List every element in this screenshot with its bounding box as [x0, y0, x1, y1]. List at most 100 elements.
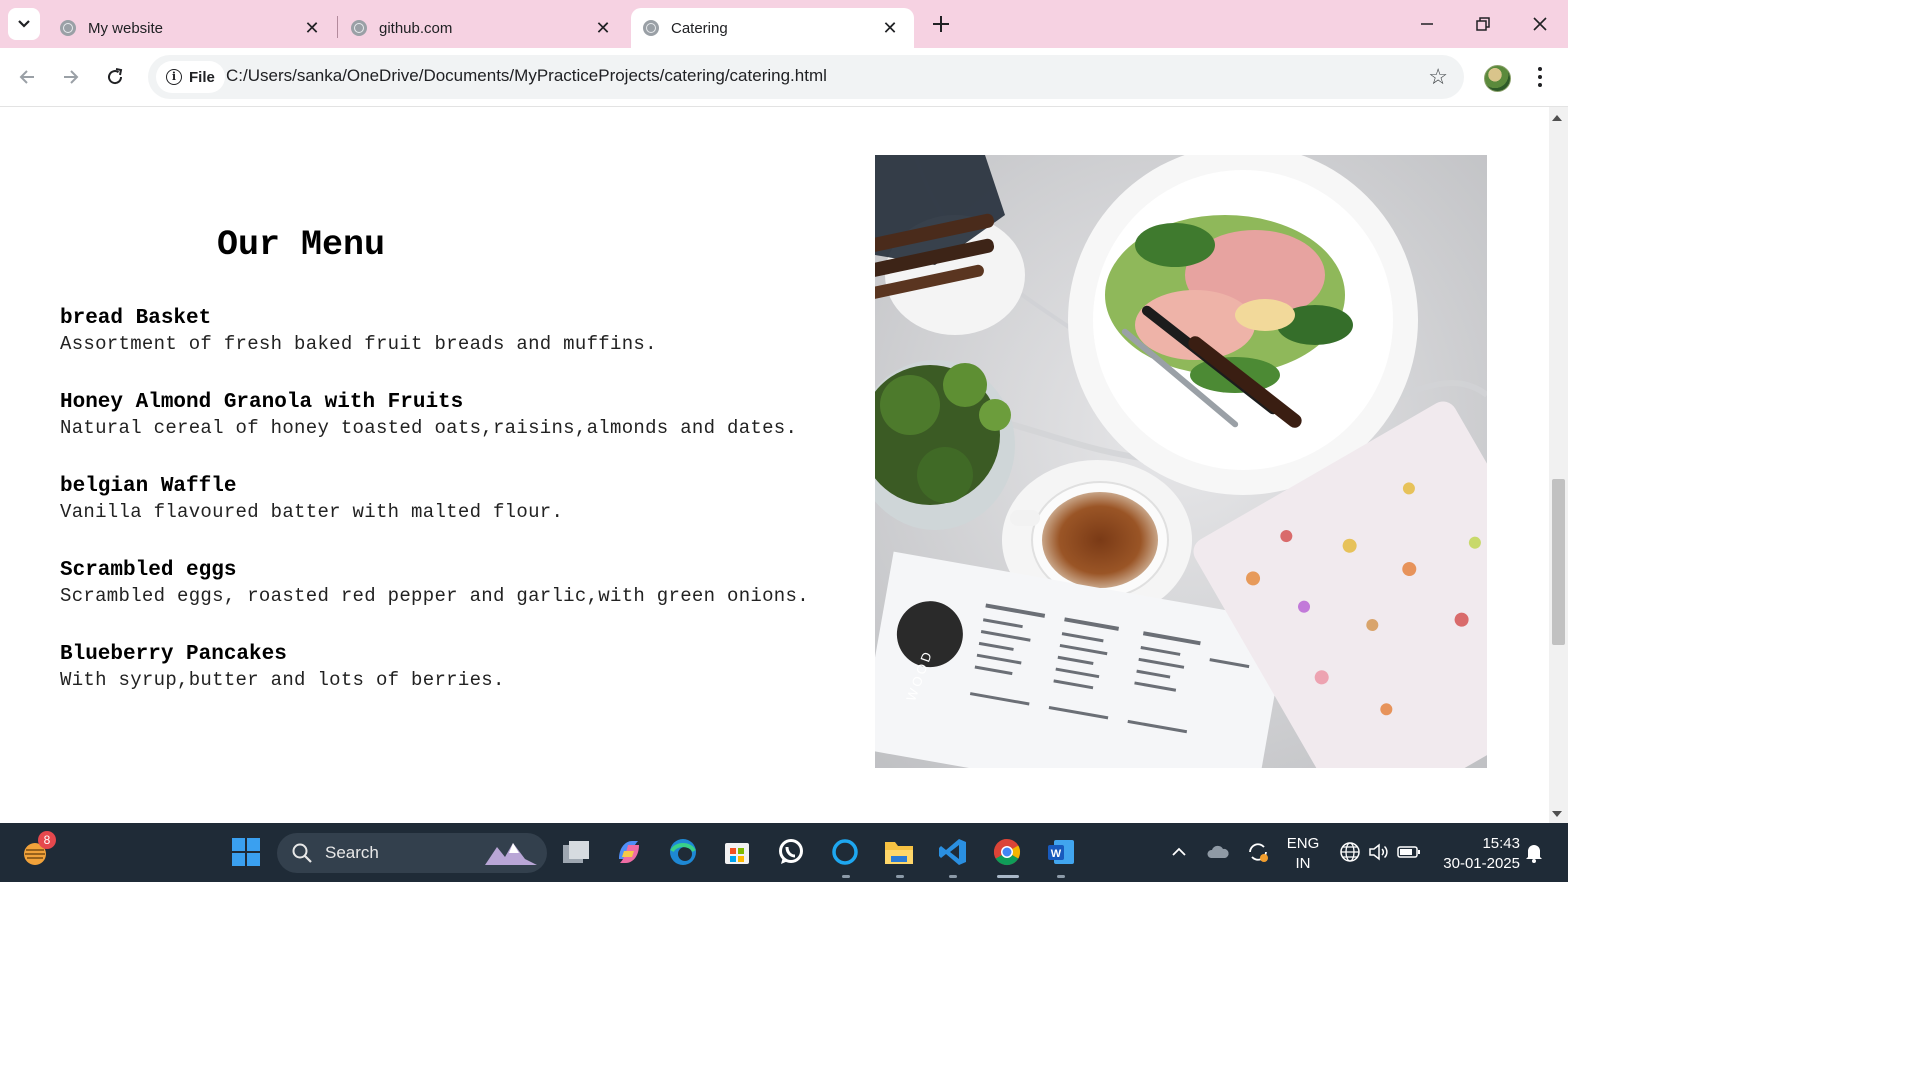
- cortana-icon: [832, 839, 858, 865]
- taskbar: 8 Search W ENG IN 15:43 30-01-2025: [0, 823, 1568, 882]
- scrollbar-thumb[interactable]: [1552, 479, 1565, 645]
- info-icon: i: [166, 69, 182, 85]
- menu-item-name: Scrambled eggs: [60, 559, 237, 582]
- vscode-icon: [939, 839, 966, 865]
- search-icon: [292, 843, 312, 863]
- tab-github[interactable]: github.com ✕: [339, 8, 627, 48]
- restore-icon: [1476, 17, 1490, 31]
- search-highlight-icon: [485, 843, 537, 865]
- restore-button[interactable]: [1468, 10, 1498, 38]
- taskbar-search[interactable]: Search: [277, 833, 547, 873]
- arrow-right-icon: [64, 70, 79, 84]
- forward-button[interactable]: [56, 62, 86, 92]
- globe-icon: [60, 20, 76, 36]
- reload-button[interactable]: [100, 62, 130, 92]
- menu-item: Scrambled eggs Scrambled eggs, roasted r…: [60, 557, 850, 641]
- running-indicator: [896, 875, 904, 878]
- battery-tray[interactable]: [1392, 835, 1426, 869]
- new-tab-button[interactable]: [928, 10, 954, 38]
- sync-tray[interactable]: [1241, 835, 1275, 869]
- vscode-button[interactable]: [936, 835, 970, 869]
- clock-date: 30-01-2025: [1443, 855, 1520, 872]
- back-button[interactable]: [12, 62, 42, 92]
- whatsapp-button[interactable]: [774, 835, 808, 869]
- menu-item-description: Natural cereal of honey toasted oats,rai…: [60, 417, 798, 439]
- tab-title: My website: [88, 19, 164, 37]
- globe-icon: [643, 20, 659, 36]
- task-view-icon: [563, 841, 589, 863]
- tab-catering[interactable]: Catering ✕: [631, 8, 914, 48]
- bookmark-star-icon[interactable]: ☆: [1428, 64, 1448, 90]
- menu-item-name: belgian Waffle: [60, 475, 237, 498]
- onedrive-tray[interactable]: [1201, 835, 1235, 869]
- language-code: ENG: [1286, 835, 1320, 852]
- scroll-down-arrow-icon[interactable]: [1552, 811, 1562, 817]
- profile-avatar[interactable]: [1484, 65, 1511, 92]
- plus-icon: [933, 16, 949, 32]
- tab-title: github.com: [379, 19, 453, 37]
- close-icon[interactable]: ✕: [880, 18, 900, 39]
- running-indicator: [842, 875, 850, 878]
- page-title: Our Menu: [216, 225, 386, 265]
- chevron-up-icon: [1172, 847, 1186, 856]
- site-info-chip[interactable]: i File: [156, 61, 225, 93]
- tab-search-button[interactable]: [8, 8, 40, 40]
- clock[interactable]: 15:43 30-01-2025: [1432, 834, 1520, 874]
- region-code: IN: [1295, 855, 1311, 872]
- word-button[interactable]: W: [1044, 835, 1078, 869]
- food-photo-illustration: [875, 155, 1487, 768]
- cloud-icon: [1207, 845, 1229, 858]
- scroll-up-arrow-icon[interactable]: [1552, 115, 1562, 121]
- bell-icon: [1526, 845, 1542, 863]
- chrome-icon: [993, 838, 1021, 866]
- edge-button[interactable]: [666, 835, 700, 869]
- menu-item-description: With syrup,butter and lots of berries.: [60, 669, 505, 691]
- browser-menu-button[interactable]: [1530, 64, 1550, 90]
- menu-card-logo-text: WOOD: [902, 647, 936, 703]
- menu-item: belgian Waffle Vanilla flavoured batter …: [60, 473, 850, 557]
- minimize-icon: [1421, 23, 1433, 25]
- globe-icon: [1340, 842, 1360, 862]
- url-text[interactable]: C:/Users/sanka/OneDrive/Documents/MyPrac…: [226, 66, 827, 86]
- close-window-button[interactable]: [1525, 10, 1555, 38]
- arrow-left-icon: [19, 70, 34, 84]
- sync-icon: [1249, 843, 1268, 862]
- close-icon[interactable]: ✕: [302, 18, 322, 39]
- menu-item-description: Vanilla flavoured batter with malted flo…: [60, 501, 564, 523]
- menu-item-name: bread Basket: [60, 307, 212, 330]
- start-button[interactable]: [229, 835, 263, 869]
- notifications-button[interactable]: [1517, 835, 1551, 869]
- weather-widget[interactable]: 8: [20, 831, 56, 869]
- menu-item-name: Blueberry Pancakes: [60, 643, 287, 666]
- minimize-button[interactable]: [1412, 10, 1442, 38]
- site-info-label: File: [189, 68, 215, 86]
- edge-icon: [670, 839, 696, 865]
- dot: [1538, 83, 1542, 87]
- store-button[interactable]: [720, 835, 754, 869]
- svg-text:W: W: [1051, 848, 1062, 860]
- menu-item-description: Scrambled eggs, roasted red pepper and g…: [60, 585, 809, 607]
- cortana-button[interactable]: [828, 835, 862, 869]
- language-indicator[interactable]: ENG IN: [1283, 834, 1323, 874]
- menu-item: bread Basket Assortment of fresh baked f…: [60, 305, 850, 389]
- battery-icon: [1397, 846, 1420, 858]
- task-view-button[interactable]: [559, 835, 593, 869]
- copilot-button[interactable]: [612, 835, 646, 869]
- volume-tray[interactable]: [1362, 835, 1396, 869]
- speaker-icon: [1369, 843, 1388, 861]
- chrome-button[interactable]: [990, 835, 1024, 869]
- browser-toolbar: i File C:/Users/sanka/OneDrive/Documents…: [0, 48, 1568, 107]
- clock-time: 15:43: [1482, 835, 1520, 852]
- page-content: Our Menu bread Basket Assortment of fres…: [0, 107, 1549, 823]
- vertical-scrollbar[interactable]: [1549, 107, 1568, 823]
- taskbar-search-label: Search: [325, 843, 379, 862]
- tab-separator: [337, 16, 338, 38]
- tab-my-website[interactable]: My website ✕: [48, 8, 336, 48]
- file-explorer-button[interactable]: [882, 835, 916, 869]
- dot: [1538, 75, 1542, 79]
- menu-list: bread Basket Assortment of fresh baked f…: [60, 305, 850, 725]
- close-icon[interactable]: ✕: [593, 18, 613, 39]
- show-hidden-icons-button[interactable]: [1162, 835, 1196, 869]
- running-indicator: [1057, 875, 1065, 878]
- address-bar[interactable]: i File C:/Users/sanka/OneDrive/Documents…: [148, 55, 1464, 99]
